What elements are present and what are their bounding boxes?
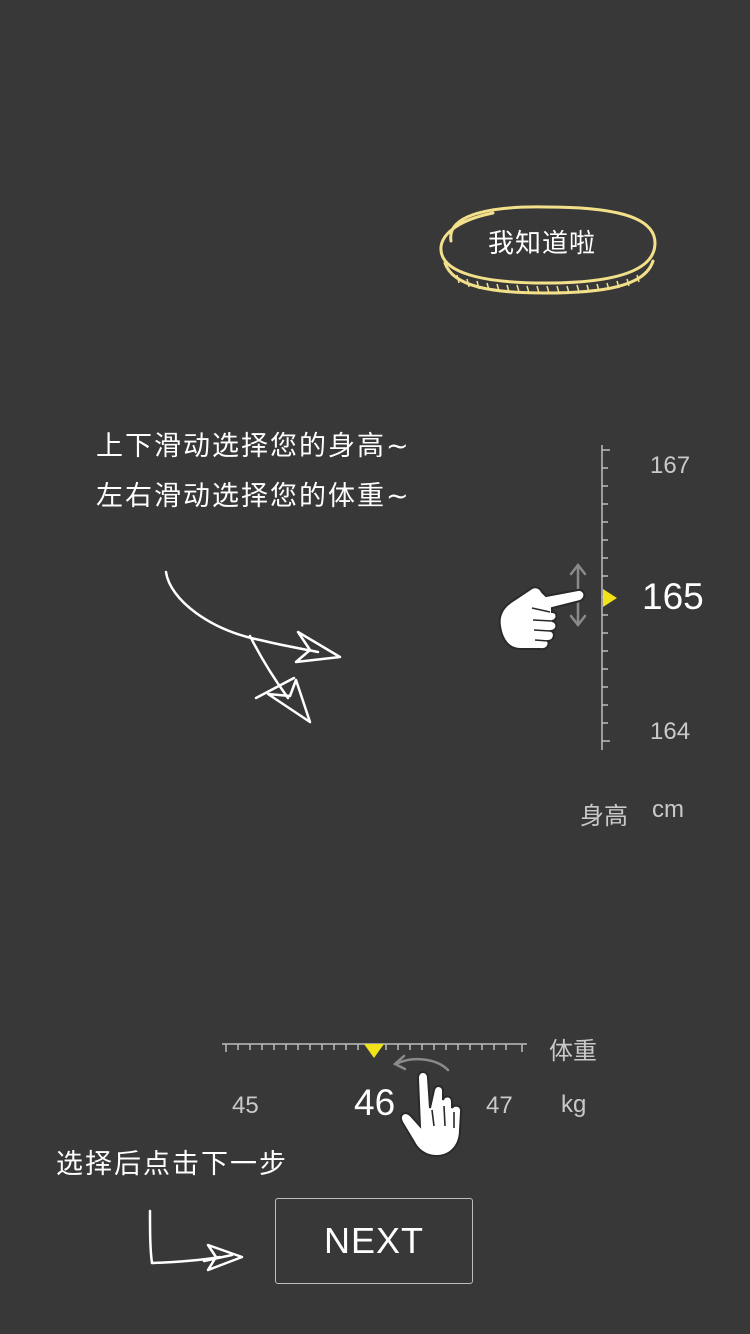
weight-unit: kg [561,1091,587,1118]
height-current-value: 165 [642,576,704,617]
height-unit: cm [652,796,684,823]
hand-pointer-icon [392,1054,463,1158]
height-indicator-triangle [603,589,617,607]
height-upper-value: 167 [650,452,691,479]
height-ruler[interactable] [595,445,625,750]
instruction-weight: 左右滑动选择您的体重~ [96,481,411,512]
got-it-label: 我知道啦 [487,229,596,259]
next-button[interactable]: NEXT [275,1198,473,1284]
height-label: 身高 [580,802,628,830]
return-arrow-icon [148,1209,244,1272]
instruction-next: 选择后点击下一步 [56,1149,288,1180]
weight-label: 体重 [549,1037,597,1065]
weight-left-value: 45 [232,1092,259,1119]
hand-pointer-icon [498,562,587,651]
instruction-height: 上下滑动选择您的身高~ [96,431,411,462]
weight-right-value: 47 [486,1092,513,1119]
got-it-button[interactable]: 我知道啦 [433,203,659,295]
height-lower-value: 164 [650,718,691,745]
weight-indicator-triangle [364,1044,384,1058]
curved-arrow-icon [164,570,342,724]
